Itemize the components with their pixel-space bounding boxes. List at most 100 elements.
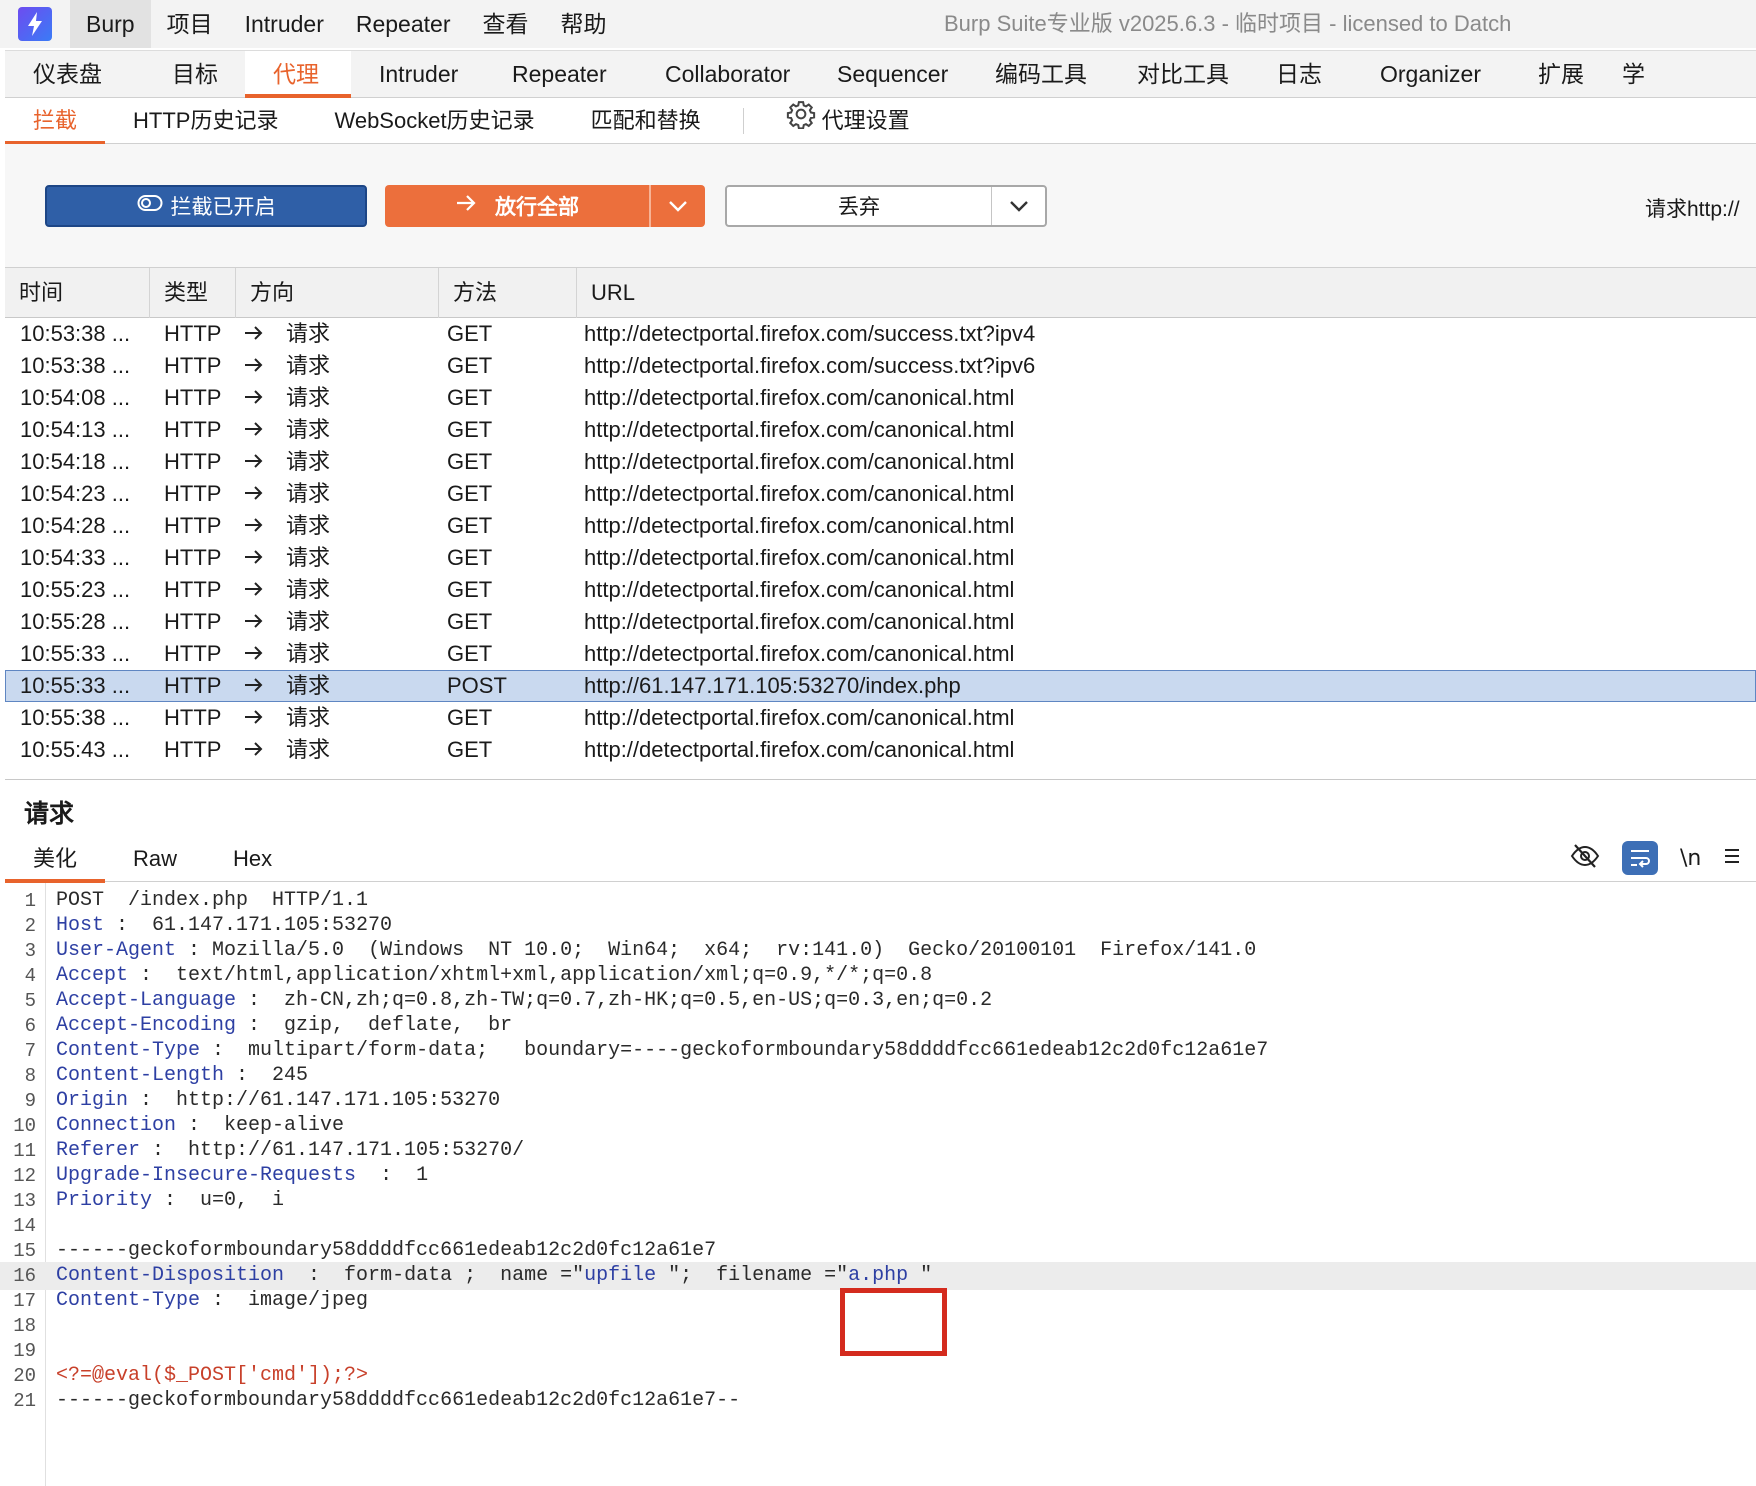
direction-label: 请求 (286, 673, 331, 698)
menu-intruder[interactable]: Intruder (229, 0, 340, 48)
arrow-right-icon (244, 574, 272, 606)
header-method[interactable]: 方法 (439, 268, 577, 318)
code-text: Content-Type : image/jpeg (56, 1287, 368, 1315)
tab-proxy[interactable]: 代理 (245, 51, 351, 98)
header-value-cont: "; filename =" (656, 1264, 849, 1287)
tab-organizer[interactable]: Organizer (1352, 51, 1510, 97)
intercept-toggle-button[interactable]: 拦截已开启 (45, 185, 367, 227)
tab-match-replace[interactable]: 匹配和替换 (563, 98, 729, 144)
table-row[interactable]: 10:55:33 ... HTTP 请求 POST http://61.147.171.… (5, 670, 1756, 702)
table-row[interactable]: 10:55:38 ... HTTP 请求 GET http://detectportal… (5, 702, 1756, 734)
tab-learn[interactable]: 学 (1610, 51, 1656, 97)
header-type[interactable]: 类型 (150, 268, 236, 318)
header-time[interactable]: 时间 (5, 268, 150, 318)
tab-proxy-settings[interactable]: 代理设置 (758, 98, 938, 144)
header-url[interactable]: URL (577, 268, 1756, 318)
forward-dropdown[interactable] (649, 185, 705, 227)
highlight-box (840, 1288, 947, 1356)
code-line: 15 ------geckoformboundary58ddddfcc661ede… (0, 1237, 1756, 1265)
table-row[interactable]: 10:54:08 ... HTTP 请求 GET http://detectportal… (5, 382, 1756, 414)
eye-off-icon[interactable] (1570, 843, 1600, 874)
cell-direction: 请求 (236, 478, 439, 510)
tab-target[interactable]: 目标 (144, 51, 245, 97)
line-number: 2 (24, 915, 36, 937)
table-row[interactable]: 10:55:43 ... HTTP 请求 GET http://detectportal… (5, 734, 1756, 766)
header-name: Content-Type (56, 1039, 201, 1062)
code-text: ------geckoformboundary58ddddfcc661edeab… (56, 1237, 716, 1265)
cell-time: 10:54:08 ... (20, 385, 131, 410)
menu-view[interactable]: 查看 (466, 0, 544, 48)
tab-intruder[interactable]: Intruder (351, 51, 484, 97)
table-row[interactable]: 10:53:38 ... HTTP 请求 GET http://detectportal… (5, 318, 1756, 350)
intercept-queue-table: 时间 类型 方向 方法 URL 10:53:38 ... HTTP 请求 GET htt… (5, 268, 1756, 780)
tab-extensions[interactable]: 扩展 (1510, 51, 1610, 97)
cell-time: 10:55:23 ... (20, 577, 131, 602)
code-line: 14 (0, 1212, 1756, 1240)
cell-type: HTTP (164, 673, 222, 698)
tab-hex[interactable]: Hex (205, 836, 300, 882)
cell-method: GET (447, 577, 493, 602)
tab-sequencer[interactable]: Sequencer (809, 51, 967, 97)
table-row[interactable]: 10:55:23 ... HTTP 请求 GET http://detectportal… (5, 574, 1756, 606)
table-row[interactable]: 10:54:13 ... HTTP 请求 GET http://detectportal… (5, 414, 1756, 446)
tab-pretty[interactable]: 美化 (5, 836, 106, 883)
table-row[interactable]: 10:54:23 ... HTTP 请求 GET http://detectportal… (5, 478, 1756, 510)
tab-comparer[interactable]: 对比工具 (1109, 51, 1248, 97)
table-row[interactable]: 10:53:38 ... HTTP 请求 GET http://detectportal… (5, 350, 1756, 382)
cell-direction: 请求 (236, 350, 439, 382)
table-body: 10:53:38 ... HTTP 请求 GET http://detectportal… (5, 318, 1756, 766)
forward-main[interactable]: 放行全部 (385, 185, 649, 227)
tab-logger[interactable]: 日志 (1248, 51, 1352, 97)
cell-direction: 请求 (236, 382, 439, 414)
drop-button[interactable]: 丢弃 (725, 185, 1047, 227)
menu-help[interactable]: 帮助 (544, 0, 622, 48)
cell-direction: 请求 (236, 542, 439, 574)
menu-repeater[interactable]: Repeater (340, 0, 467, 48)
header-value: ------geckoformboundary58ddddfcc661edeab… (56, 1239, 717, 1262)
cell-method: GET (447, 737, 493, 762)
code-text: User-Agent : Mozilla/5.0 (Windows NT 10.… (56, 937, 1256, 965)
table-row[interactable]: 10:54:33 ... HTTP 请求 GET http://detectportal… (5, 542, 1756, 574)
cell-url: http://61.147.171.105:53270/index.php (584, 673, 961, 698)
drop-dropdown[interactable] (991, 187, 1045, 225)
direction-label: 请求 (286, 385, 331, 410)
table-row[interactable]: 10:54:28 ... HTTP 请求 GET http://detectportal… (5, 510, 1756, 542)
tab-raw[interactable]: Raw (105, 836, 205, 882)
tab-dashboard[interactable]: 仪表盘 (5, 51, 144, 97)
cell-method: GET (447, 641, 493, 666)
arrow-right-icon (244, 542, 272, 574)
table-row[interactable]: 10:54:18 ... HTTP 请求 GET http://detectportal… (5, 446, 1756, 478)
header-name: Upgrade-Insecure-Requests (56, 1164, 357, 1187)
forward-all-button[interactable]: 放行全部 (385, 185, 705, 227)
wrap-lines-icon[interactable] (1622, 841, 1658, 875)
header-value-end: " (908, 1264, 933, 1287)
table-row[interactable]: 10:55:33 ... HTTP 请求 GET http://detectportal… (5, 638, 1756, 670)
hamburger-menu-icon[interactable] (1723, 846, 1740, 871)
code-text: Host : 61.147.171.105:53270 (56, 912, 392, 940)
request-panel-title: 请求 (24, 800, 75, 828)
code-line: 8 Content-Length : 245 (0, 1062, 1756, 1090)
code-line: 10 Connection : keep-alive (0, 1112, 1756, 1140)
chevron-down-icon (668, 194, 688, 218)
code-text: ------geckoformboundary58ddddfcc661edeab… (56, 1387, 740, 1415)
tab-http-history[interactable]: HTTP历史记录 (105, 98, 306, 144)
cell-method: GET (447, 385, 493, 410)
line-number: 18 (13, 1315, 36, 1337)
header-value: POST /index.php HTTP/1.1 (56, 889, 369, 912)
request-editor[interactable]: 1 POST /index.php HTTP/1.1 2 Host : 61.147.… (0, 883, 1756, 1486)
tab-repeater[interactable]: Repeater (484, 51, 637, 97)
newline-toggle[interactable]: \n (1680, 846, 1701, 871)
arrow-right-icon (244, 478, 272, 510)
cell-time: 10:53:38 ... (20, 353, 131, 378)
tab-websocket-history[interactable]: WebSocket历史记录 (306, 98, 562, 144)
direction-label: 请求 (286, 705, 331, 730)
tab-decoder[interactable]: 编码工具 (967, 51, 1109, 97)
menu-project[interactable]: 项目 (151, 0, 229, 48)
code-text: Content-Type : multipart/form-data; boun… (56, 1037, 1268, 1065)
cell-url: http://detectportal.firefox.com/canonica… (584, 449, 1015, 474)
menu-burp[interactable]: Burp (70, 0, 151, 48)
header-direction[interactable]: 方向 (236, 268, 439, 318)
tab-intercept[interactable]: 拦截 (5, 98, 106, 145)
tab-collaborator[interactable]: Collaborator (637, 51, 809, 97)
table-row[interactable]: 10:55:28 ... HTTP 请求 GET http://detectportal… (5, 606, 1756, 638)
